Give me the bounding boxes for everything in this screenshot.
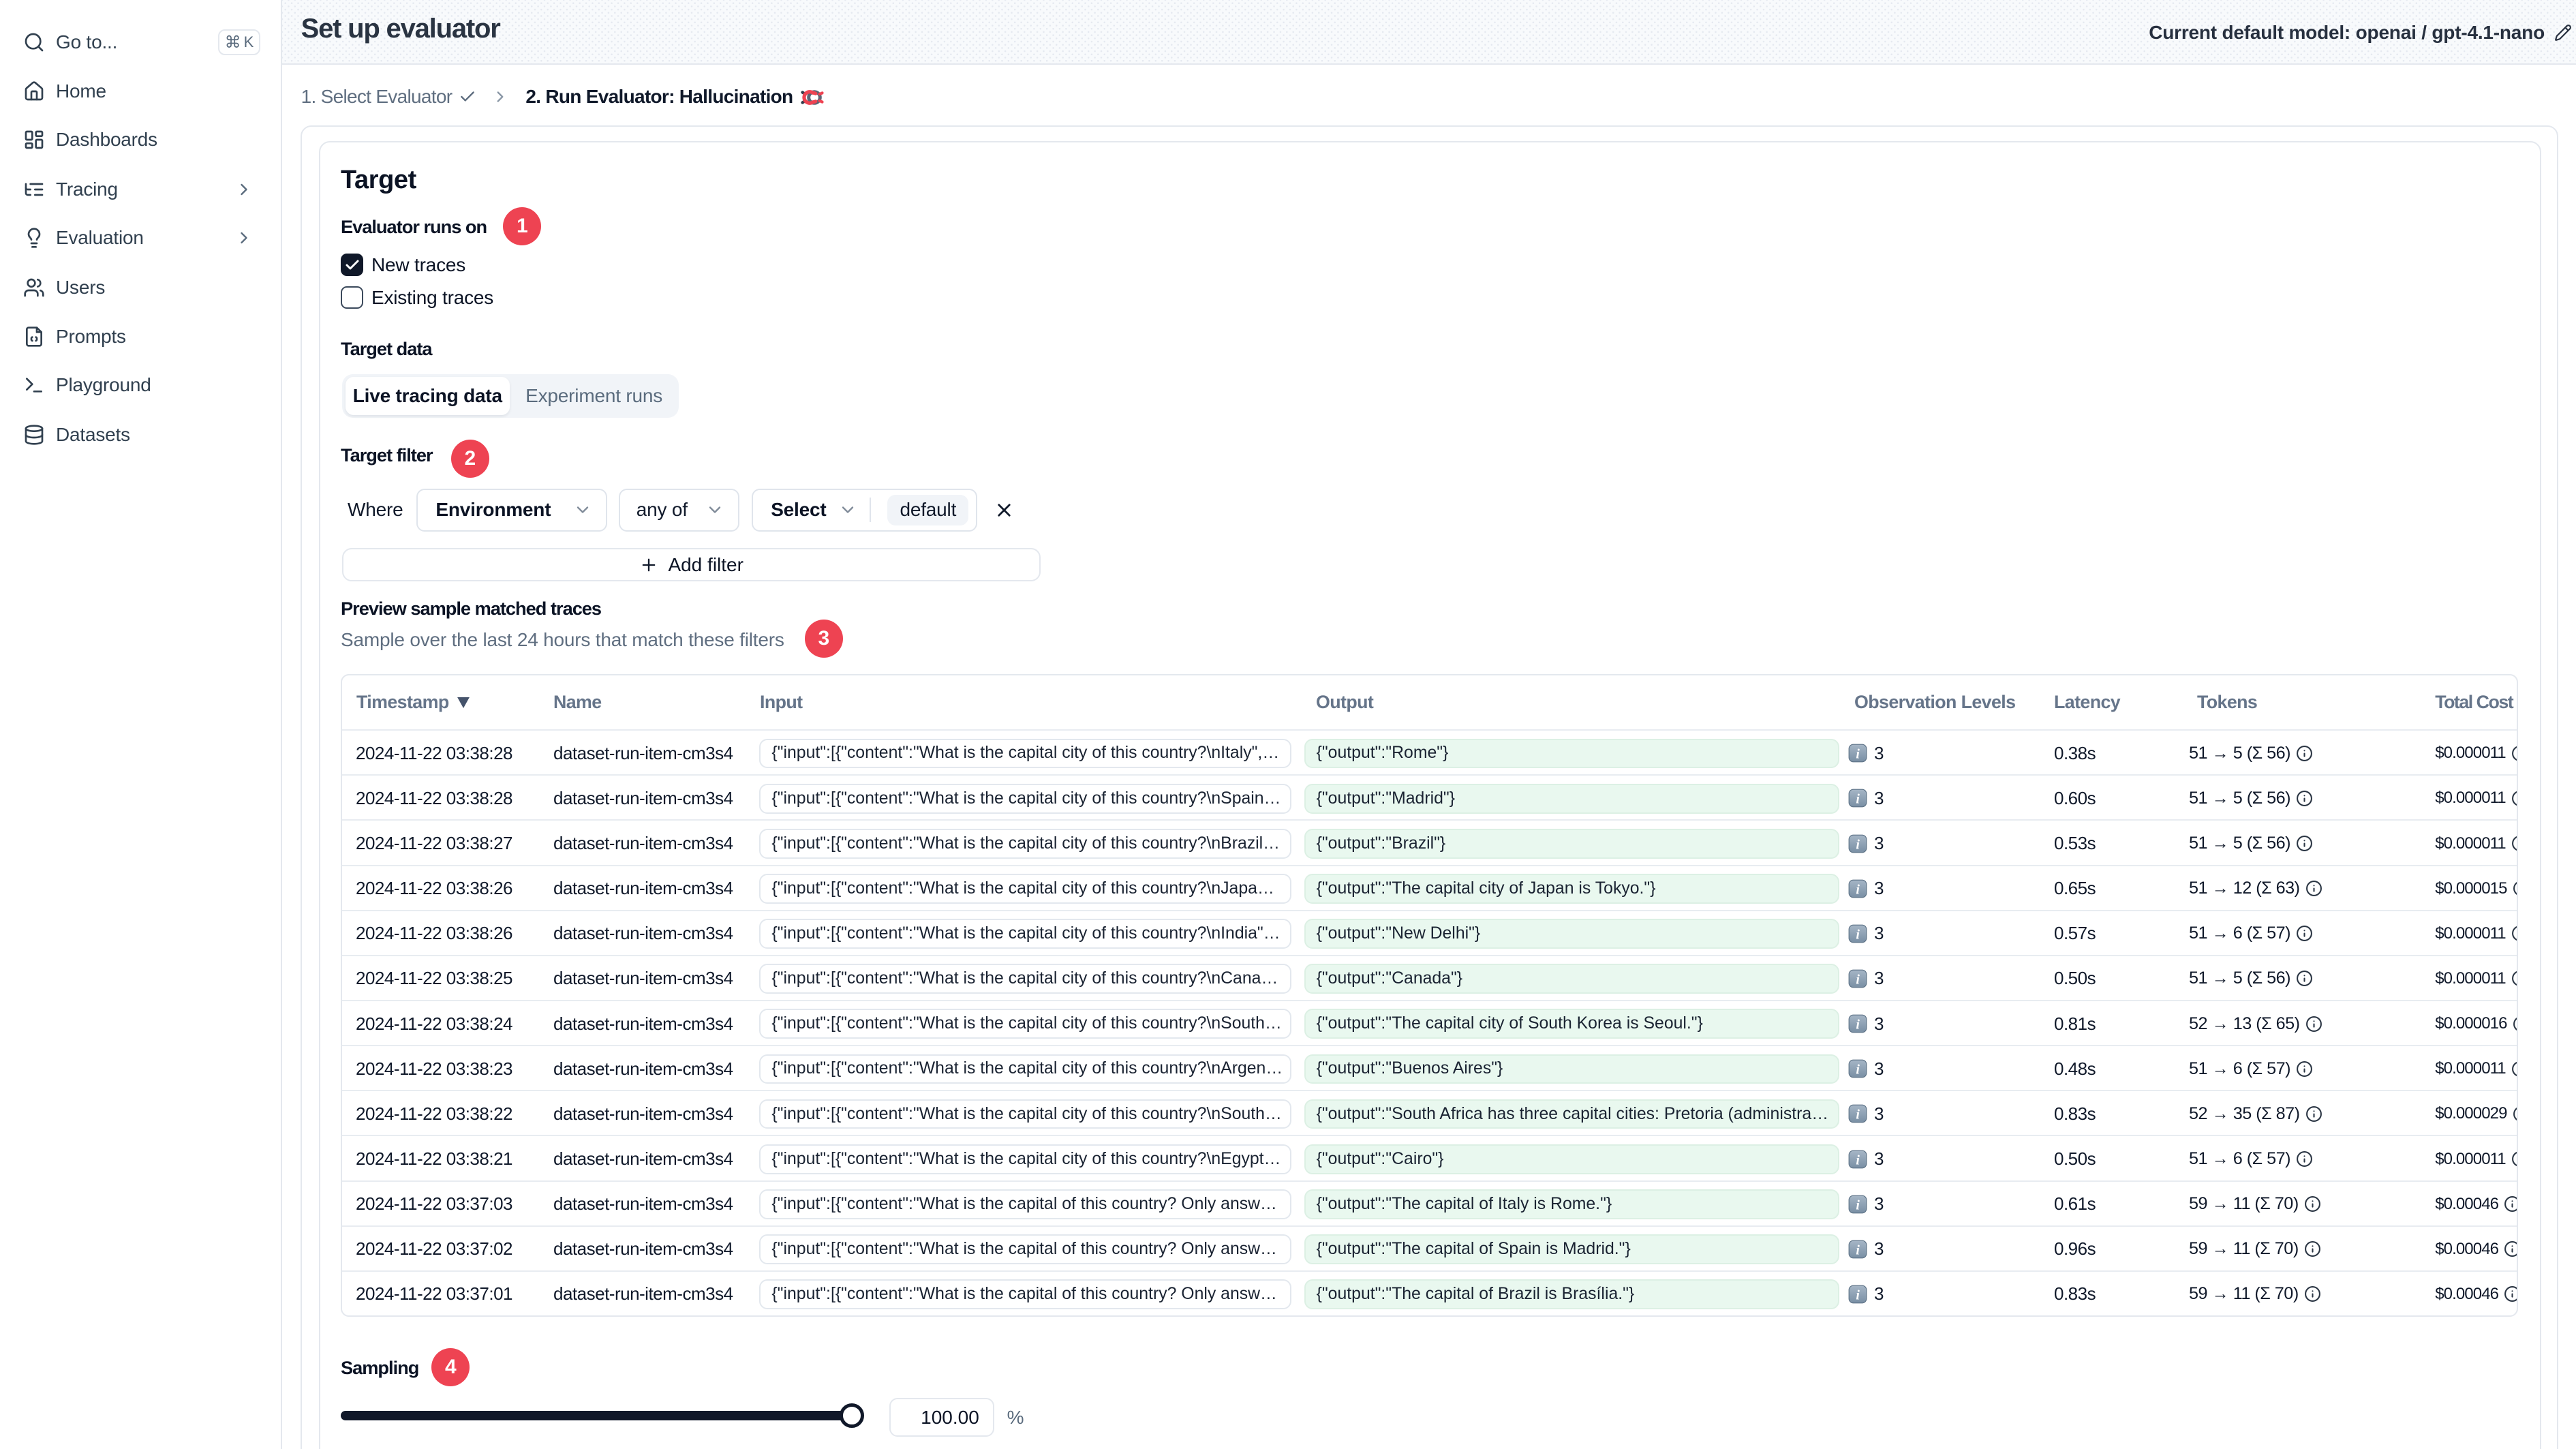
svg-text:i: i bbox=[1856, 1153, 1860, 1168]
svg-text:i: i bbox=[1856, 792, 1860, 807]
svg-text:i: i bbox=[1856, 1018, 1860, 1033]
svg-text:i: i bbox=[1856, 1108, 1860, 1123]
svg-text:i: i bbox=[1856, 1288, 1860, 1303]
svg-text:i: i bbox=[1856, 1242, 1860, 1257]
svg-text:i: i bbox=[1856, 927, 1860, 942]
svg-text:i: i bbox=[1856, 1063, 1860, 1078]
svg-text:i: i bbox=[1856, 747, 1860, 762]
svg-text:i: i bbox=[1856, 882, 1860, 897]
svg-text:i: i bbox=[1856, 1198, 1860, 1212]
svg-text:i: i bbox=[1856, 973, 1860, 988]
svg-text:i: i bbox=[1856, 837, 1860, 852]
